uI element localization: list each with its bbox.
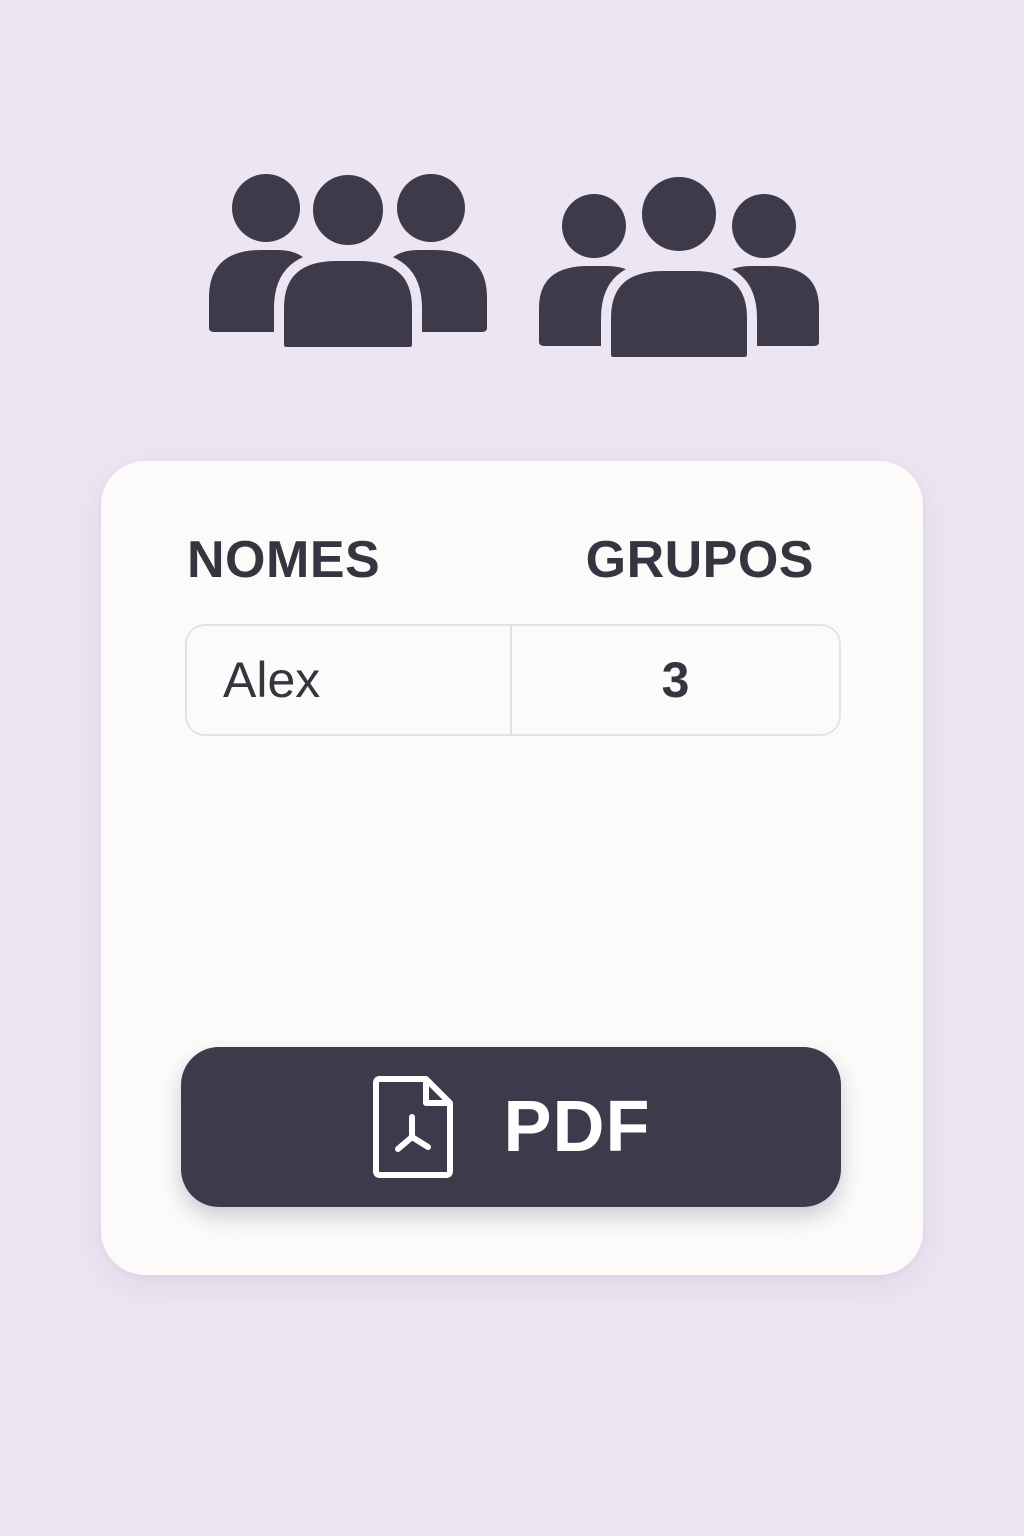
export-pdf-button[interactable]: PDF [181,1047,841,1207]
names-column-header: NOMES [187,531,381,589]
name-cell: Alex [187,626,512,734]
pdf-file-icon [372,1076,453,1178]
group-icon [209,168,487,354]
group-icon [539,168,819,364]
groups-column-header: GRUPOS [585,531,814,589]
pdf-button-label: PDF [503,1087,651,1167]
groups-count-cell: 3 [661,652,690,708]
table-row: Alex 3 [185,624,841,736]
